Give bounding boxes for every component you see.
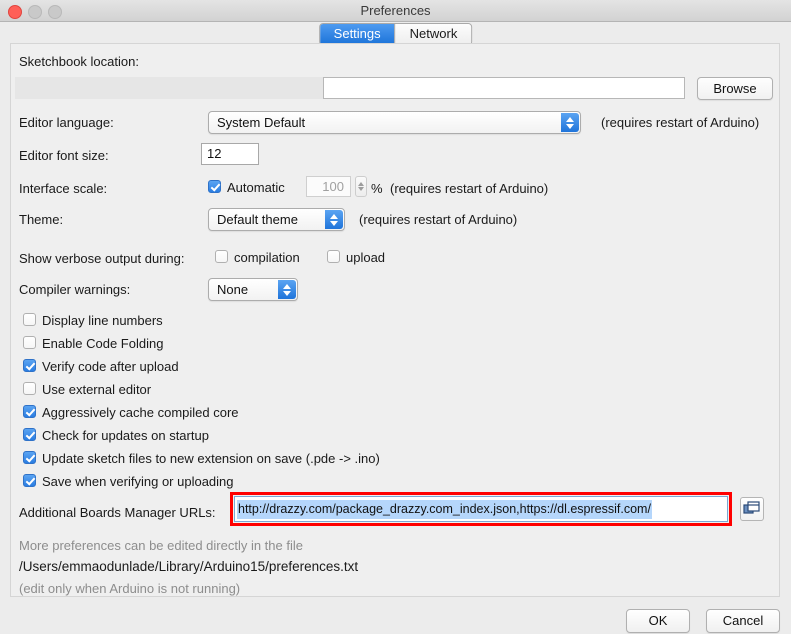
- editor-language-select[interactable]: System Default: [208, 111, 581, 134]
- sketchbook-location-input[interactable]: [323, 77, 685, 99]
- tab-network[interactable]: Network: [394, 24, 472, 45]
- theme-select[interactable]: Default theme: [208, 208, 345, 231]
- verify-code-after-upload-label: Verify code after upload: [42, 359, 179, 374]
- additional-boards-urls-value: http://drazzy.com/package_drazzy.com_ind…: [237, 500, 652, 519]
- save-when-verifying-or-uploading-label: Save when verifying or uploading: [42, 474, 234, 489]
- tab-settings[interactable]: Settings: [319, 24, 395, 45]
- additional-boards-urls-label: Additional Boards Manager URLs:: [19, 505, 216, 520]
- use-external-editor-label: Use external editor: [42, 382, 152, 397]
- windows-copy-icon: [743, 501, 760, 514]
- chevron-updown-icon: [561, 113, 579, 132]
- editor-language-value: System Default: [217, 115, 306, 130]
- aggressively-cache-compiled-core-label: Aggressively cache compiled core: [42, 405, 239, 420]
- update-sketch-files-extension-label: Update sketch files to new extension on …: [42, 451, 380, 466]
- compiler-warnings-value: None: [217, 282, 249, 297]
- verify-code-after-upload-checkbox[interactable]: [23, 359, 36, 372]
- verbose-upload-checkbox[interactable]: [327, 250, 340, 263]
- preferences-file-path: /Users/emmaodunlade/Library/Arduino15/pr…: [19, 559, 359, 574]
- aggressively-cache-compiled-core-checkbox[interactable]: [23, 405, 36, 418]
- interface-scale-automatic-label: Automatic: [227, 180, 285, 195]
- check-for-updates-on-startup-label: Check for updates on startup: [42, 428, 209, 443]
- editor-language-label: Editor language:: [19, 115, 114, 130]
- update-sketch-files-extension-checkbox[interactable]: [23, 451, 36, 464]
- check-for-updates-on-startup-checkbox[interactable]: [23, 428, 36, 441]
- additional-boards-urls-input[interactable]: http://drazzy.com/package_drazzy.com_ind…: [234, 496, 728, 522]
- browse-button[interactable]: Browse: [697, 77, 773, 100]
- compiler-warnings-label: Compiler warnings:: [19, 282, 131, 297]
- boards-urls-expand-button[interactable]: [740, 497, 764, 521]
- verbose-output-label: Show verbose output during:: [19, 251, 185, 266]
- editor-font-size-label: Editor font size:: [19, 148, 109, 163]
- enable-code-folding-checkbox[interactable]: [23, 336, 36, 349]
- compiler-warnings-select[interactable]: None: [208, 278, 298, 301]
- theme-label: Theme:: [19, 212, 64, 227]
- display-line-numbers-label: Display line numbers: [42, 313, 163, 328]
- use-external-editor-checkbox[interactable]: [23, 382, 36, 395]
- verbose-compilation-checkbox[interactable]: [215, 250, 228, 263]
- chevron-updown-icon: [325, 210, 343, 229]
- cancel-button[interactable]: Cancel: [706, 609, 780, 633]
- sketchbook-field-inactive-area: [15, 77, 325, 99]
- verbose-upload-label: upload: [346, 250, 386, 265]
- chevron-updown-icon: [278, 280, 296, 299]
- editor-font-size-input[interactable]: 12: [201, 143, 259, 165]
- interface-scale-unit-label: %: [371, 181, 383, 196]
- more-preferences-note: More preferences can be edited directly …: [19, 538, 303, 553]
- interface-scale-value-input[interactable]: 100: [306, 176, 351, 197]
- sketchbook-location-label: Sketchbook location:: [19, 54, 139, 69]
- interface-scale-stepper[interactable]: [355, 176, 367, 197]
- window-titlebar: Preferences: [0, 0, 791, 22]
- window-title: Preferences: [360, 3, 431, 18]
- ok-button[interactable]: OK: [626, 609, 690, 633]
- enable-code-folding-label: Enable Code Folding: [42, 336, 164, 351]
- verbose-compilation-label: compilation: [234, 250, 300, 265]
- display-line-numbers-checkbox[interactable]: [23, 313, 36, 326]
- editor-language-note: (requires restart of Arduino): [601, 115, 760, 130]
- interface-scale-automatic-checkbox[interactable]: [208, 180, 221, 193]
- theme-note: (requires restart of Arduino): [359, 212, 518, 227]
- interface-scale-label: Interface scale:: [19, 181, 108, 196]
- interface-scale-note: (requires restart of Arduino): [390, 181, 549, 196]
- edit-only-when-not-running-note: (edit only when Arduino is not running): [19, 581, 241, 596]
- theme-value: Default theme: [217, 212, 298, 227]
- save-when-verifying-or-uploading-checkbox[interactable]: [23, 474, 36, 487]
